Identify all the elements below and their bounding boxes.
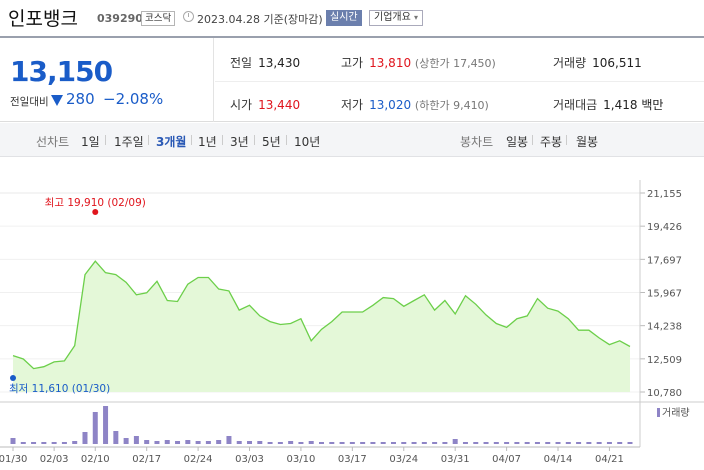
volume-bar xyxy=(401,442,407,444)
y-tick-label: 21,155 xyxy=(647,189,682,200)
volume-bar xyxy=(123,438,129,444)
volume-bar xyxy=(247,441,253,444)
volume-bar xyxy=(298,442,304,444)
volume-bar xyxy=(226,436,232,444)
volume-bar xyxy=(61,442,67,444)
volume-bar xyxy=(41,442,47,444)
volume-legend-swatch xyxy=(657,408,660,417)
volume-bar xyxy=(524,442,530,444)
volume-bar xyxy=(257,441,263,444)
volume-bar xyxy=(175,441,181,444)
volume-bar xyxy=(267,442,273,444)
volume-bar xyxy=(411,442,417,444)
volume-bar xyxy=(452,439,458,444)
volume-bar xyxy=(586,442,592,444)
volume-bar xyxy=(483,442,489,444)
volume-bar xyxy=(31,442,37,444)
volume-bar xyxy=(308,441,314,444)
volume-bar xyxy=(534,442,540,444)
volume-bar xyxy=(349,442,355,444)
volume-bar xyxy=(380,442,386,444)
volume-bar xyxy=(277,442,283,444)
volume-bar xyxy=(545,442,551,444)
volume-bar xyxy=(442,442,448,444)
volume-bar xyxy=(288,441,294,444)
y-tick-label: 14,238 xyxy=(647,322,682,333)
volume-bar xyxy=(390,442,396,444)
volume-bar xyxy=(565,442,571,444)
x-tick-label: 04/14 xyxy=(544,454,573,465)
volume-bar xyxy=(329,442,335,444)
volume-bar xyxy=(576,442,582,444)
volume-bar xyxy=(103,406,109,444)
volume-bar xyxy=(164,440,170,444)
max-price-annotation: 최고 19,910 (02/09) xyxy=(45,197,146,209)
x-tick-label: 03/31 xyxy=(441,454,470,465)
x-tick-label: 01/30 xyxy=(0,454,27,465)
volume-bar xyxy=(195,441,201,444)
volume-bar xyxy=(421,442,427,444)
volume-bar xyxy=(617,442,623,444)
volume-bar xyxy=(339,442,345,444)
price-area-fill xyxy=(13,261,630,392)
volume-bar xyxy=(627,442,633,444)
volume-bar xyxy=(493,442,499,444)
volume-bar xyxy=(596,442,602,444)
volume-bar xyxy=(606,442,612,444)
volume-bar xyxy=(462,442,468,444)
x-tick-label: 04/07 xyxy=(492,454,521,465)
volume-bar xyxy=(20,442,26,444)
x-tick-label: 03/17 xyxy=(338,454,367,465)
price-chart[interactable]: 21,155 19,426 17,697 15,967 14,238 12,509 10,7… xyxy=(0,0,704,470)
x-tick-label: 02/24 xyxy=(184,454,213,465)
x-tick-label: 02/17 xyxy=(132,454,161,465)
volume-bar xyxy=(319,442,324,444)
volume-bar xyxy=(82,432,88,444)
volume-legend-label: 거래량 xyxy=(662,407,690,419)
y-tick-label: 17,697 xyxy=(647,255,682,266)
volume-bar xyxy=(205,441,211,444)
x-tick-label: 03/24 xyxy=(389,454,418,465)
volume-bar xyxy=(216,440,222,444)
x-tick-label: 02/10 xyxy=(81,454,110,465)
max-price-dot xyxy=(92,209,99,215)
volume-bar xyxy=(113,431,119,444)
x-tick-label: 04/21 xyxy=(595,454,624,465)
volume-bar xyxy=(370,442,376,444)
x-tick-label: 03/10 xyxy=(287,454,316,465)
x-tick-label: 02/03 xyxy=(40,454,69,465)
volume-bar xyxy=(154,441,160,444)
volume-bar xyxy=(51,442,57,444)
volume-bar xyxy=(72,441,78,444)
y-tick-label: 19,426 xyxy=(647,222,682,233)
volume-bar xyxy=(473,442,479,444)
volume-bar xyxy=(514,442,520,444)
volume-bar xyxy=(10,438,16,444)
min-price-dot xyxy=(10,375,16,381)
x-tick-label: 03/03 xyxy=(235,454,264,465)
volume-bar xyxy=(133,436,139,444)
volume-bar xyxy=(504,442,510,444)
volume-bar xyxy=(360,442,366,444)
y-tick-label: 10,780 xyxy=(647,388,682,399)
volume-bar xyxy=(555,442,561,444)
volume-bar xyxy=(92,412,98,444)
y-tick-label: 12,509 xyxy=(647,355,682,366)
y-tick-label: 15,967 xyxy=(647,289,682,300)
min-price-annotation: 최저 11,610 (01/30) xyxy=(9,383,110,395)
volume-bar xyxy=(236,441,242,444)
volume-bar xyxy=(144,440,150,444)
volume-bar xyxy=(432,442,438,444)
volume-bar xyxy=(185,440,191,444)
